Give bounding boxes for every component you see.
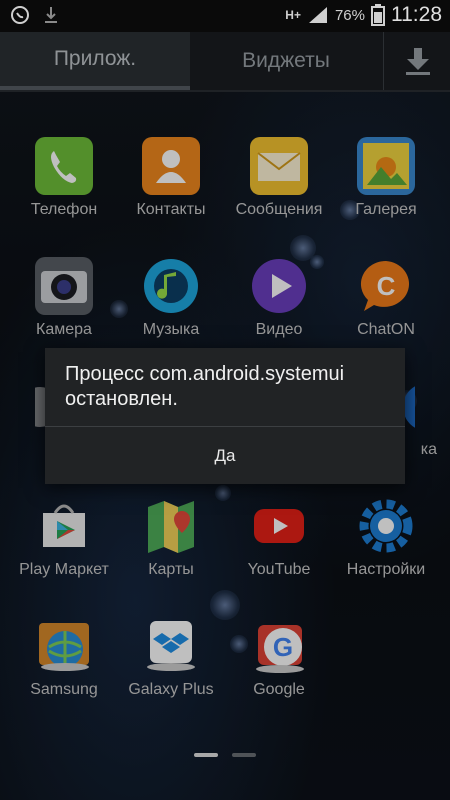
battery-percent: 76% bbox=[334, 6, 365, 24]
dialog-message: Процесс com.android.systemui остановлен. bbox=[65, 363, 345, 410]
clock: 11:28 bbox=[391, 3, 442, 26]
network-type: H+ bbox=[285, 7, 301, 22]
ok-button[interactable]: Да bbox=[45, 427, 405, 484]
status-bar: H+ 76% 11:28 bbox=[0, 0, 450, 32]
download-icon bbox=[45, 7, 57, 23]
battery-icon bbox=[371, 4, 385, 26]
error-dialog: Процесс com.android.systemui остановлен.… bbox=[45, 348, 405, 484]
whatsapp-icon bbox=[11, 6, 29, 24]
signal-icon bbox=[308, 7, 327, 23]
